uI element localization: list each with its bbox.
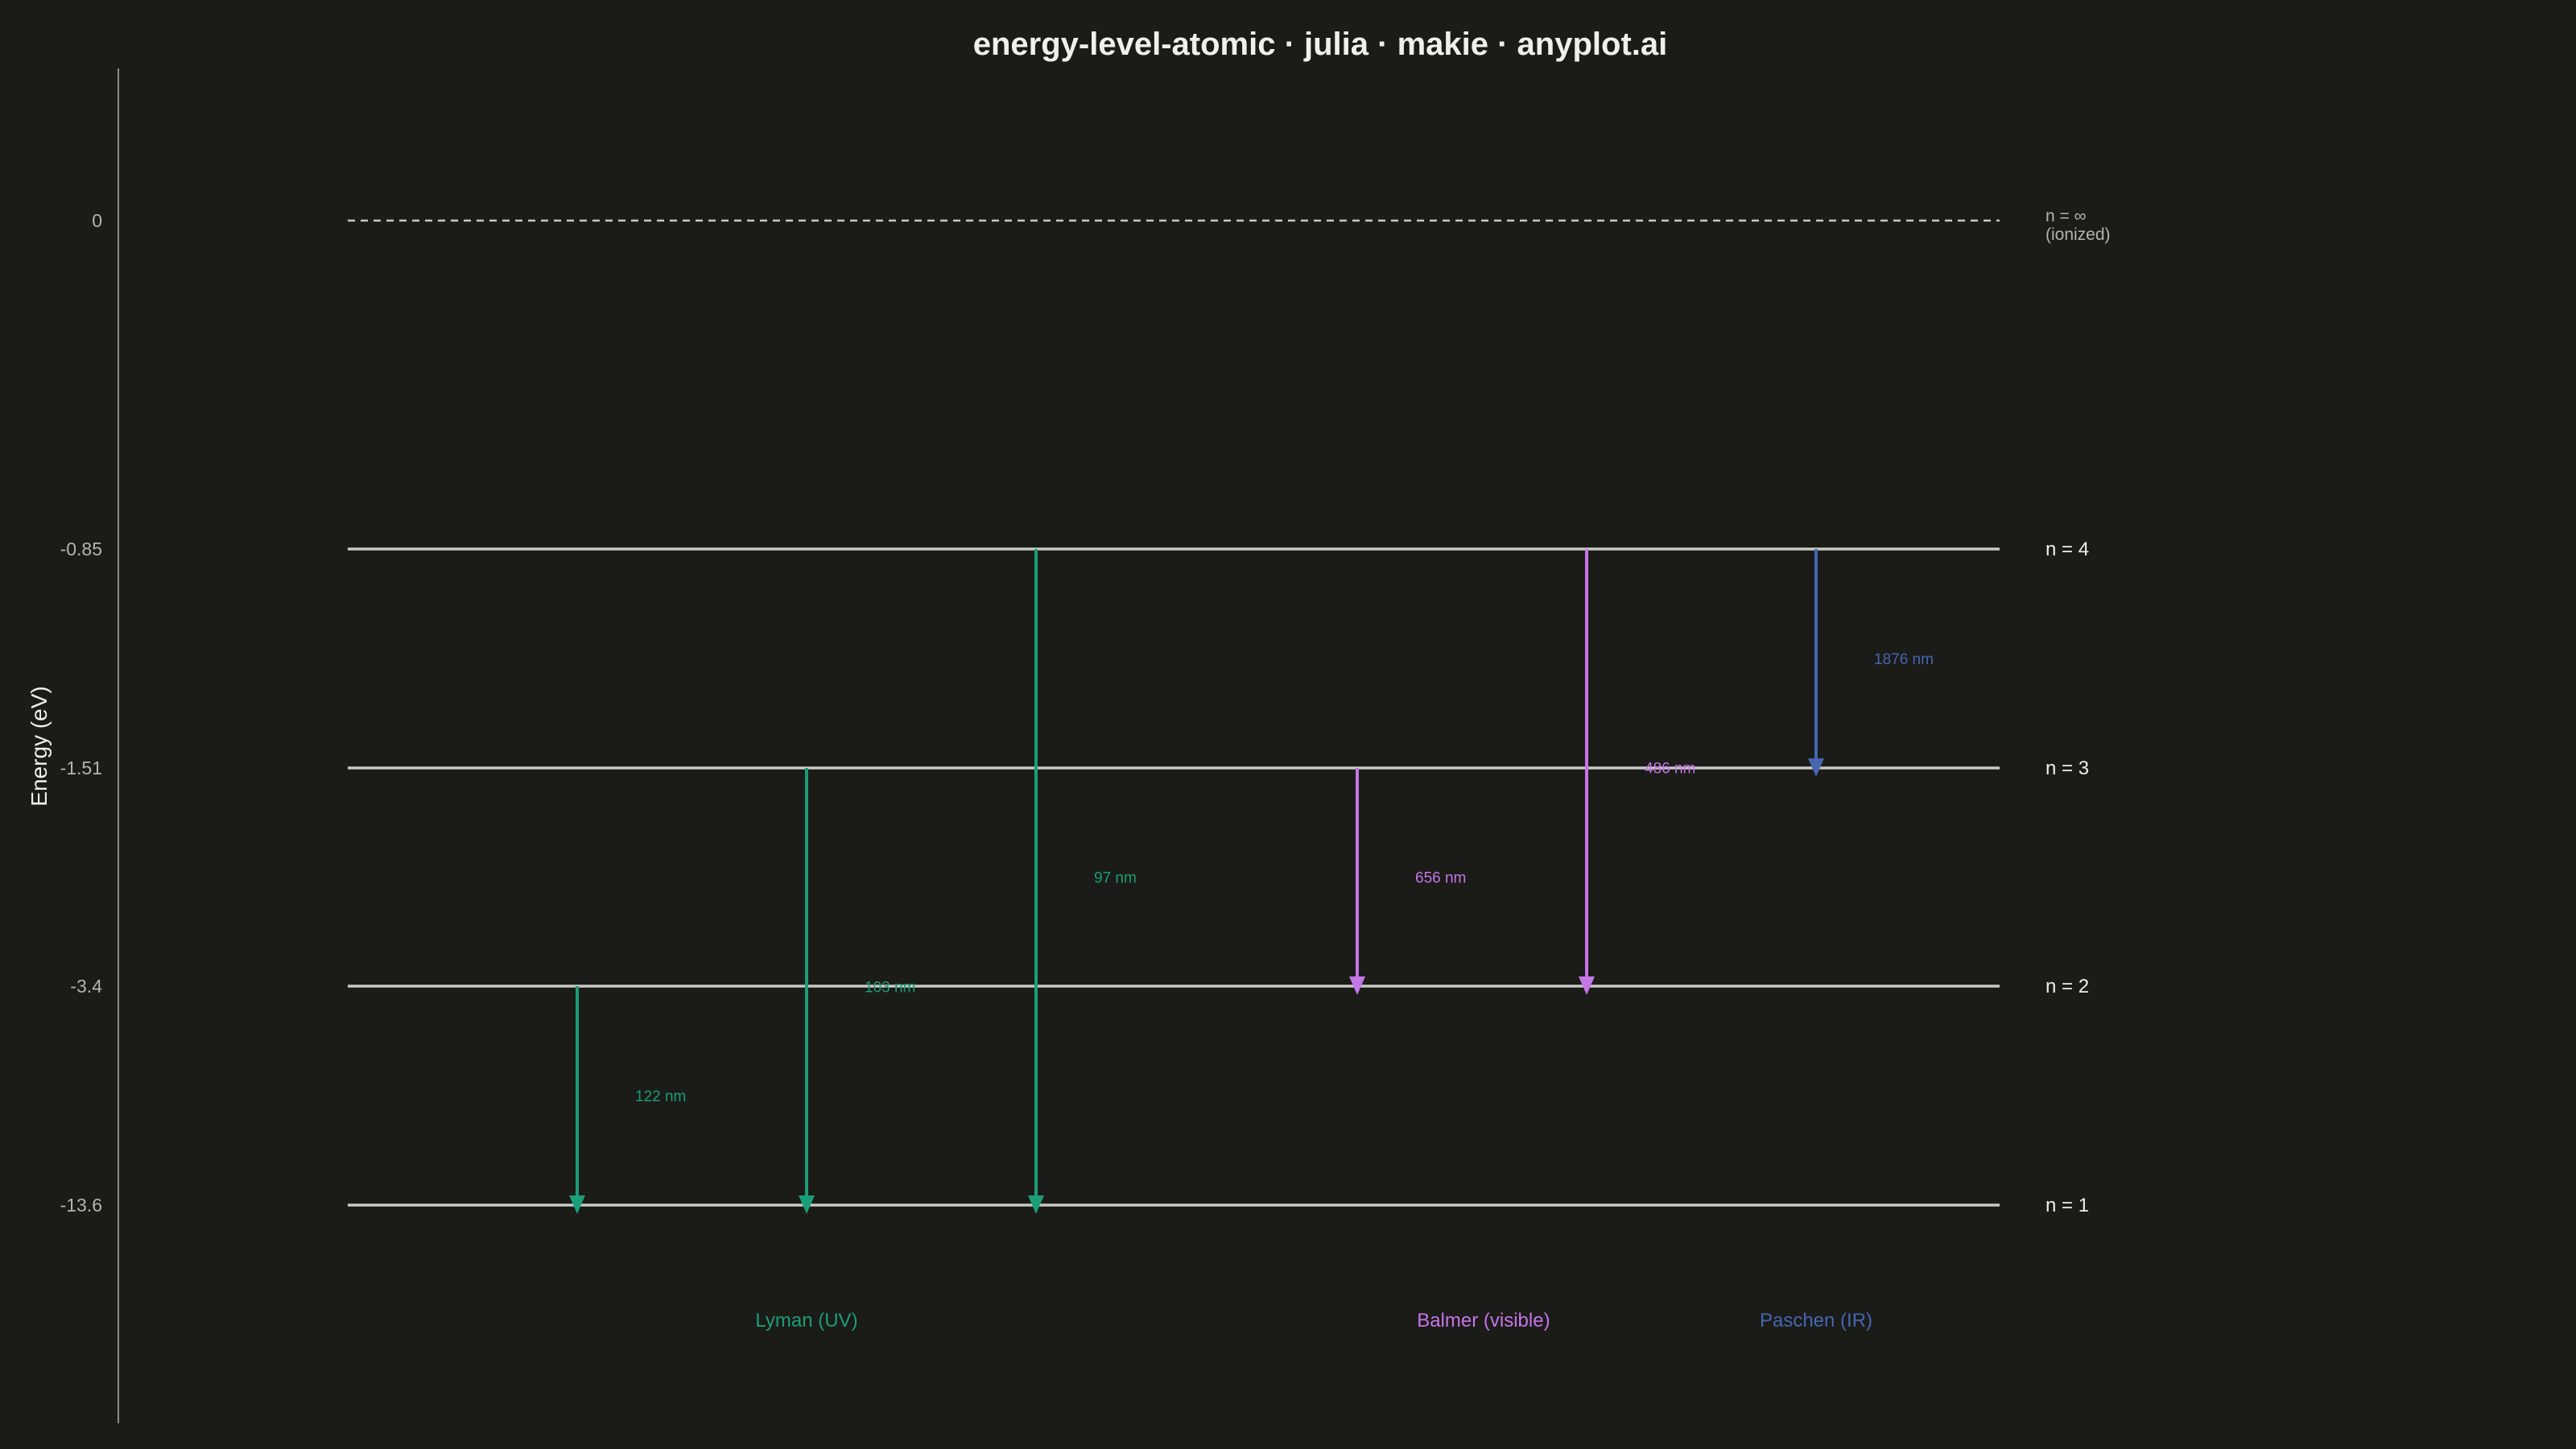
transition-wavelength-label: 122 nm [635, 1088, 686, 1105]
y-ticks-layer: 0 -13.6 -3.4 -1.51 -0.85 [60, 210, 103, 1216]
transition-wavelength-label: 97 nm [1094, 870, 1137, 887]
transitions-layer: 122 nm 103 nm 97 nm 656 nm 486 nm 1876 nm [569, 549, 1934, 1214]
energy-level-label-n1: n = 1 [2046, 1195, 2089, 1216]
ionization-layer: n = ∞(ionized) [348, 207, 2111, 244]
y-tick-label: -13.6 [60, 1195, 102, 1216]
levels-layer: n = 1 n = 2 n = 3 n = 4 [348, 539, 2089, 1216]
series-labels-layer: Lyman (UV) Balmer (visible) Paschen (IR) [755, 1310, 1872, 1331]
y-tick-label: 0 [92, 210, 102, 231]
y-axis-label: Energy (eV) [27, 686, 52, 806]
energy-level-label-n2: n = 2 [2046, 976, 2089, 997]
energy-level-label-n4: n = 4 [2046, 539, 2089, 560]
series-label: Balmer (visible) [1417, 1310, 1550, 1331]
y-tick-label: -3.4 [70, 976, 102, 997]
transition-wavelength-label: 1876 nm [1874, 651, 1934, 668]
energy-level-chart: energy-level-atomic · julia · makie · an… [27, 27, 2111, 1423]
transition-wavelength-label: 486 nm [1645, 761, 1695, 778]
transition-wavelength-label: 656 nm [1415, 870, 1466, 887]
ionization-label: n = ∞ [2046, 207, 2087, 225]
ionization-sublabel: (ionized) [2046, 225, 2111, 244]
y-tick-label: -1.51 [60, 758, 102, 778]
y-tick-label: -0.85 [60, 539, 102, 559]
chart-title: energy-level-atomic · julia · makie · an… [973, 27, 1667, 62]
transition-wavelength-label: 103 nm [865, 980, 915, 997]
series-label: Lyman (UV) [755, 1310, 857, 1331]
energy-level-label-n3: n = 3 [2046, 758, 2089, 779]
series-label: Paschen (IR) [1760, 1310, 1872, 1331]
